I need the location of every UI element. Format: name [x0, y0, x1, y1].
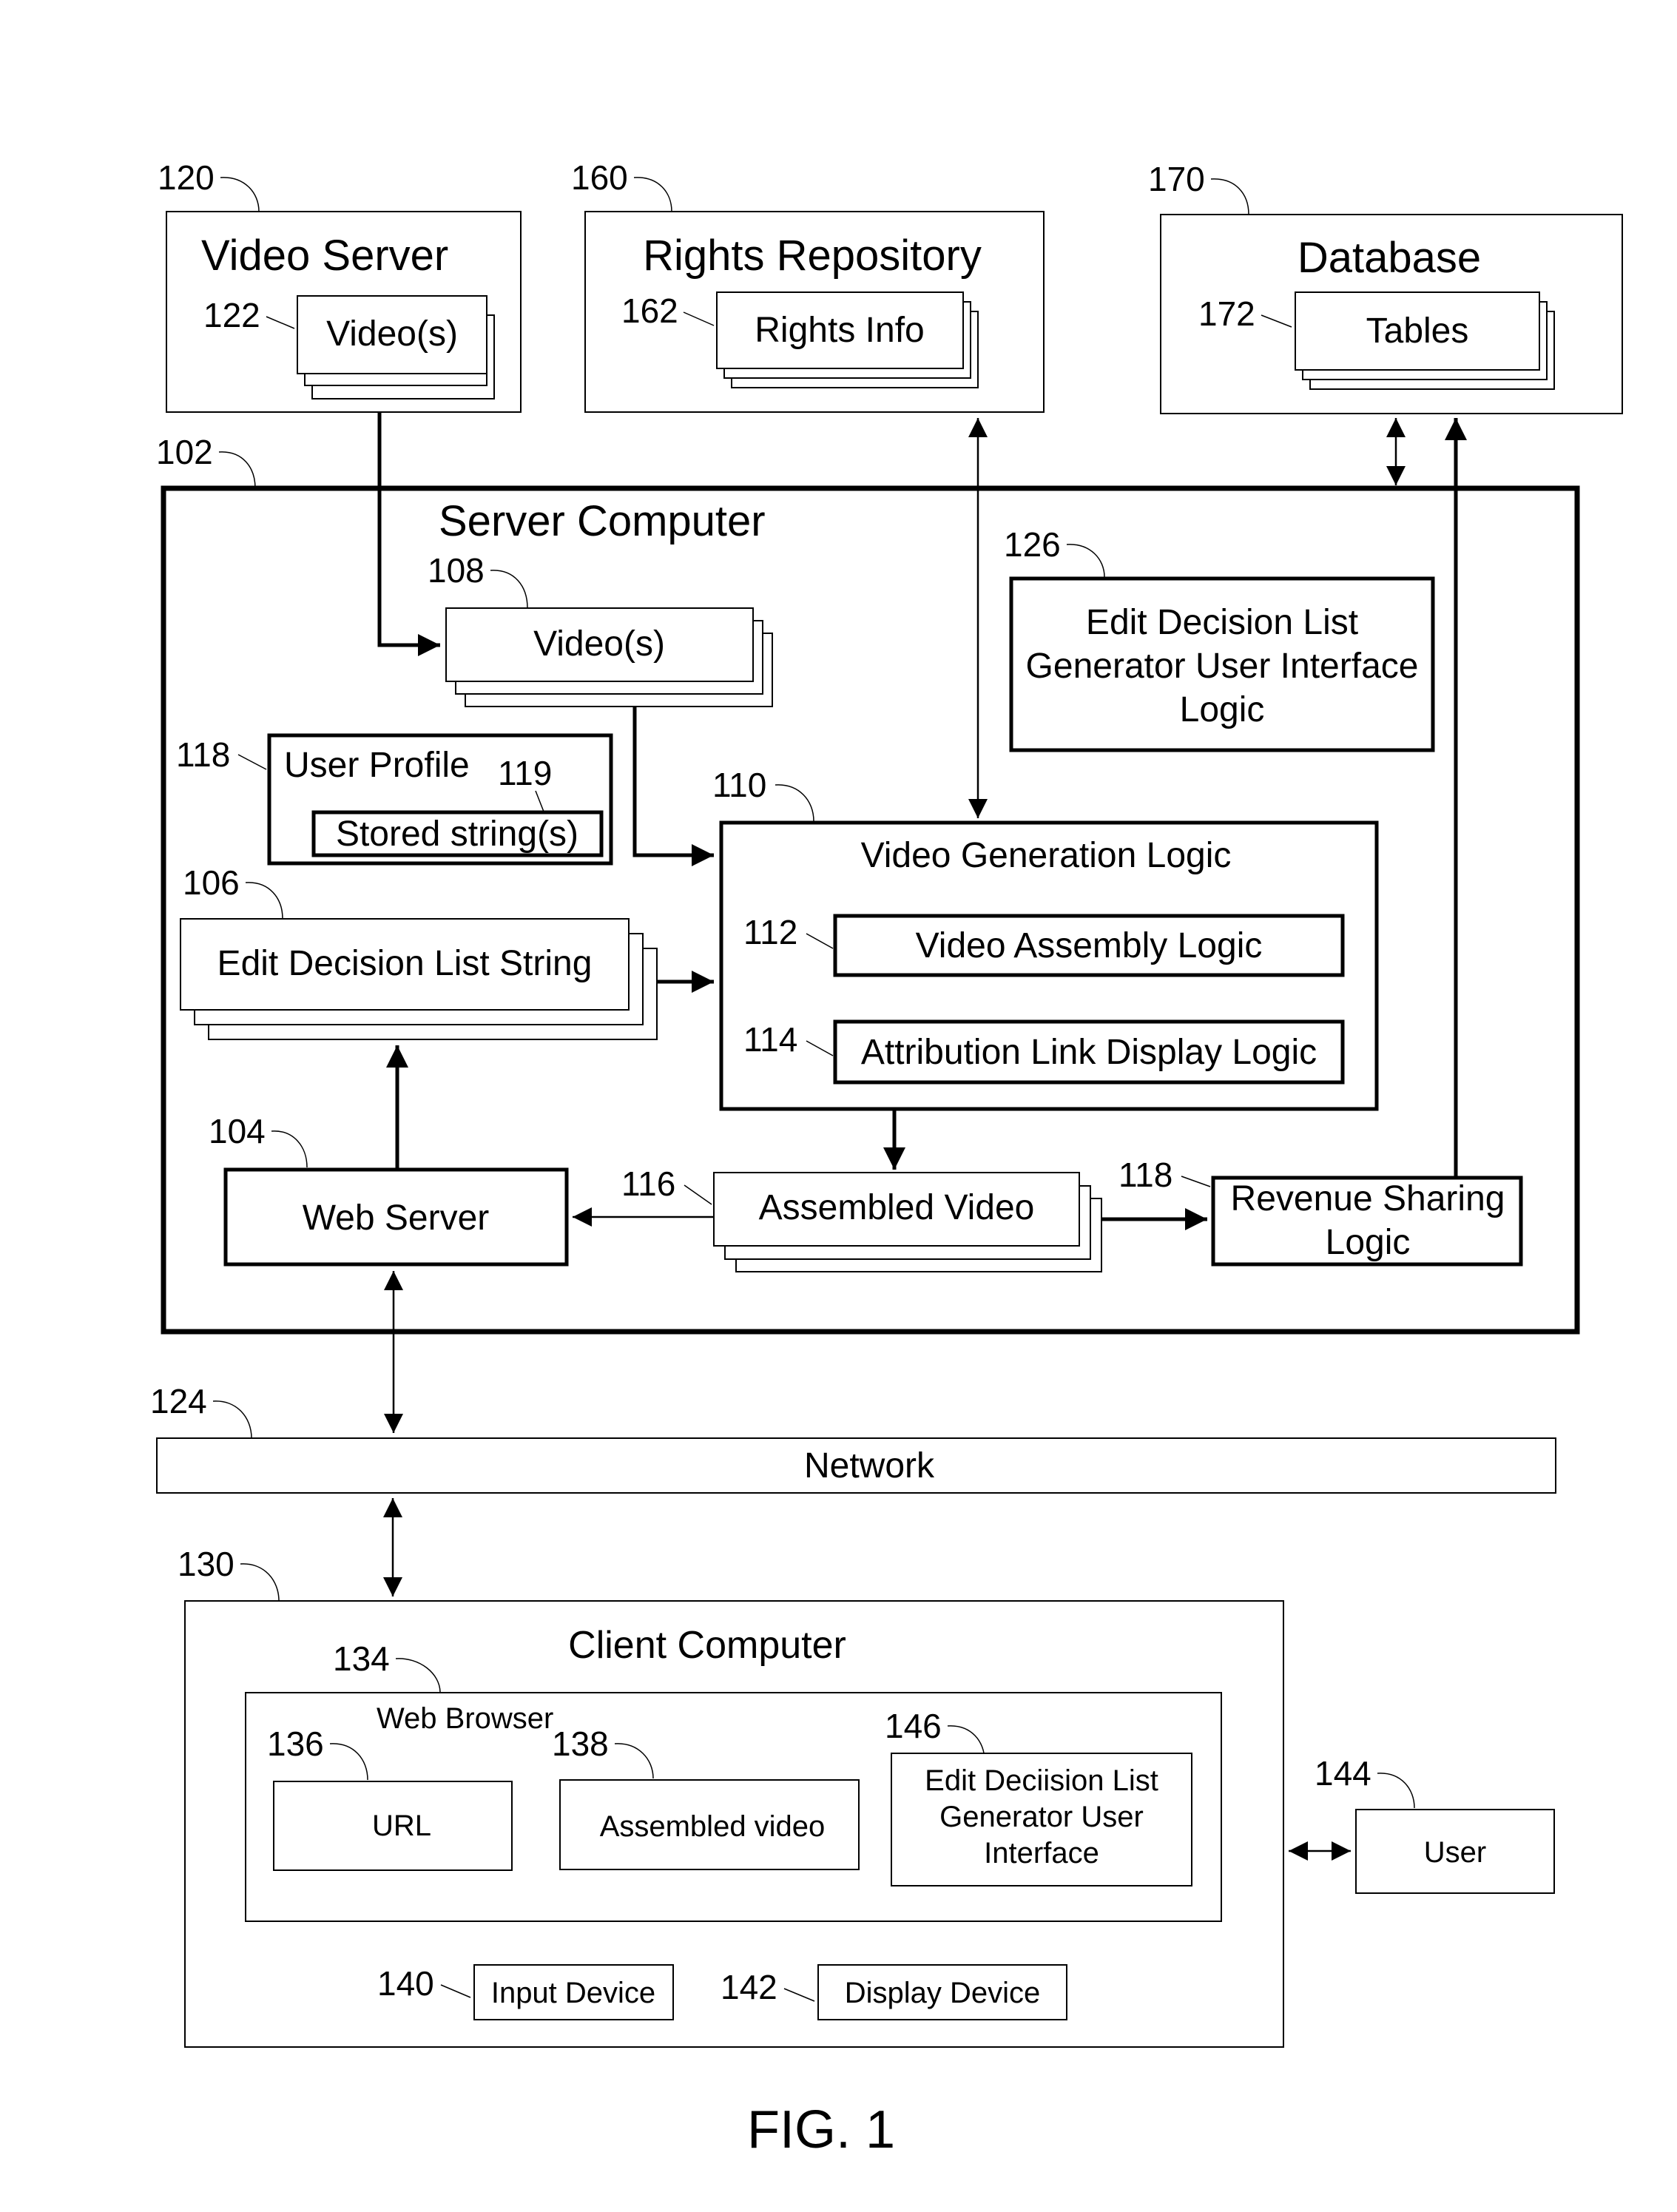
server-videos-label: Video(s)	[533, 624, 665, 664]
ref-116: 116	[621, 1164, 675, 1203]
web-server-label: Web Server	[303, 1198, 490, 1238]
video-server-videos-stack: Video(s)	[297, 295, 495, 399]
rights-info-stack: Rights Info	[716, 291, 979, 388]
ref-138: 138	[552, 1724, 609, 1763]
ref-114: 114	[743, 1020, 797, 1059]
ref-144: 144	[1315, 1754, 1371, 1793]
ref-126: 126	[1004, 525, 1061, 564]
edl-ui-logic-line-3: Logic	[1180, 690, 1265, 729]
leader-130	[240, 1563, 280, 1602]
edl-generator-ui-line-3: Interface	[984, 1837, 1099, 1869]
url-label: URL	[372, 1810, 431, 1842]
leader-124	[212, 1400, 252, 1439]
ref-136: 136	[267, 1724, 324, 1763]
leader-126	[1066, 544, 1105, 578]
user-node: 144 User	[1315, 1754, 1555, 1894]
arrow-videoserver-to-videos	[377, 412, 440, 656]
video-generation-logic-node: 110 Video Generation Logic 112 Video Ass…	[712, 766, 1379, 1111]
tables-label-text: Tables	[1366, 311, 1469, 351]
client-computer-node: 130 Client Computer 134 Web Browser 136 …	[178, 1545, 1284, 2048]
ref-119: 119	[498, 754, 552, 792]
leader-108	[490, 570, 528, 609]
server-computer-title: Server Computer	[439, 497, 766, 545]
web-server-node: 104 Web Server	[209, 1112, 569, 1267]
ref-118-user-profile: 118	[176, 735, 230, 774]
edl-ui-logic-node: 126 Edit Decision List Generator User In…	[1004, 525, 1435, 752]
database-title: Database	[1298, 234, 1481, 282]
network-label: Network	[804, 1446, 935, 1486]
ref-112: 112	[743, 913, 797, 951]
ref-162: 162	[621, 291, 678, 330]
video-assembly-logic-label: Video Assembly Logic	[916, 926, 1263, 965]
rights-repository-title: Rights Repository	[643, 232, 982, 280]
stored-strings-label: Stored string(s)	[336, 815, 578, 854]
display-device-label: Display Device	[845, 1977, 1041, 2009]
leader-160	[633, 177, 672, 212]
leader-120	[220, 177, 260, 212]
figure-caption: FIG. 1	[747, 2100, 895, 2159]
ref-146: 146	[885, 1707, 942, 1745]
video-server-title: Video Server	[201, 232, 448, 280]
leader-170	[1210, 178, 1249, 215]
ref-142: 142	[721, 1968, 777, 2006]
user-label: User	[1424, 1836, 1486, 1869]
revenue-sharing-node: 118 Revenue Sharing Logic	[1118, 1156, 1523, 1267]
ref-134: 134	[333, 1639, 390, 1678]
assembled-video-node: 116 Assembled Video	[621, 1164, 1102, 1272]
edl-generator-ui-line-2: Generator User	[939, 1801, 1144, 1833]
ref-124: 124	[150, 1382, 207, 1420]
rights-repository-node: 160 Rights Repository Rights Info 162	[571, 158, 1045, 413]
ref-104: 104	[209, 1112, 266, 1150]
leader-144	[1377, 1773, 1415, 1809]
tables-stack: 172 Tables	[1295, 291, 1555, 390]
ref-110: 110	[712, 766, 766, 804]
database-node: 170 Database 172 Tables 172	[1148, 160, 1623, 414]
edl-ui-logic-line-1: Edit Decision List	[1086, 603, 1358, 642]
ref-120: 120	[158, 158, 215, 197]
leader-106	[245, 882, 283, 920]
input-device-label: Input Device	[491, 1977, 655, 2009]
ref-122: 122	[203, 296, 260, 334]
leader-102	[218, 451, 256, 489]
ref-140: 140	[377, 1964, 434, 2003]
attribution-link-logic-label: Attribution Link Display Logic	[861, 1033, 1317, 1072]
ref-102: 102	[156, 433, 213, 471]
edl-generator-ui-line-1: Edit Deciision List	[925, 1764, 1158, 1797]
edl-string-node: 106 Edit Decision List String	[180, 863, 658, 1040]
client-assembled-video-label: Assembled video	[600, 1810, 826, 1843]
video-generation-logic-title: Video Generation Logic	[861, 836, 1232, 875]
rights-info-label: Rights Info	[755, 311, 924, 350]
revenue-sharing-line-1: Revenue Sharing	[1231, 1179, 1505, 1218]
server-videos-node: 108 Video(s)	[428, 551, 773, 707]
ref-172: 172	[1198, 294, 1255, 333]
leader-116	[684, 1184, 712, 1205]
assembled-video-label: Assembled Video	[759, 1188, 1035, 1227]
ref-108: 108	[428, 551, 485, 590]
web-browser-title: Web Browser	[377, 1702, 553, 1735]
video-server-videos-label: Video(s)	[326, 314, 458, 354]
leader-118b	[1181, 1176, 1211, 1187]
ref-106: 106	[183, 863, 240, 902]
leader-118a	[237, 754, 267, 770]
ref-160: 160	[571, 158, 628, 197]
edl-ui-logic-line-2: Generator User Interface	[1026, 647, 1419, 686]
user-profile-title: User Profile	[284, 746, 470, 785]
patent-figure: 120 Video Server Video(s) 122 160 Rights…	[150, 158, 1623, 2159]
video-server-node: 120 Video Server Video(s) 122	[158, 158, 522, 413]
ref-170: 170	[1148, 160, 1205, 198]
user-profile-node: 118 User Profile 119 Stored string(s)	[176, 733, 613, 866]
edl-string-label: Edit Decision List String	[217, 944, 593, 983]
ref-118-revenue: 118	[1118, 1156, 1172, 1194]
revenue-sharing-line-2: Logic	[1326, 1223, 1411, 1262]
leader-110	[775, 784, 814, 822]
network-node: 124 Network	[150, 1382, 1556, 1494]
leader-104	[271, 1130, 308, 1168]
ref-130: 130	[178, 1545, 234, 1583]
client-computer-title: Client Computer	[568, 1624, 846, 1667]
arrow-videos-to-vgl	[632, 707, 714, 866]
